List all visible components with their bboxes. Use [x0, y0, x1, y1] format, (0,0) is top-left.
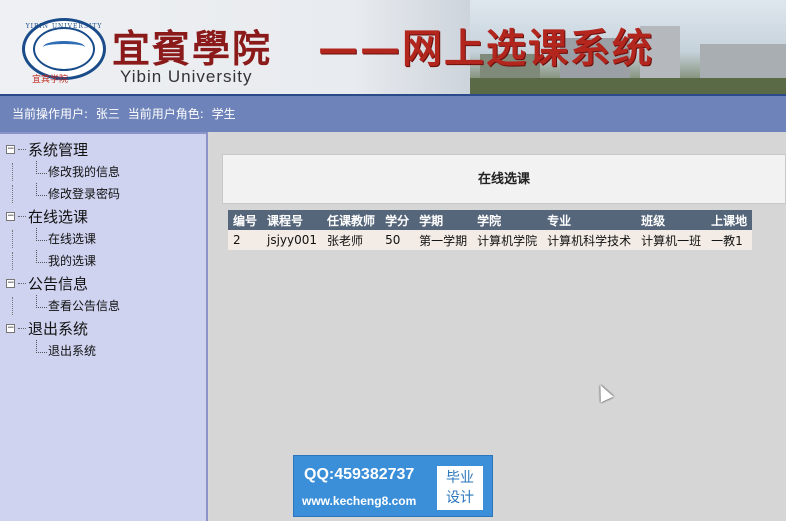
page-title: 在线选课 [222, 154, 786, 204]
cell-teacher: 张老师 [322, 230, 381, 250]
sidebar-item-my-courses[interactable]: 我的选课 [0, 250, 206, 272]
logo-red-text: 宜宾学院 [31, 75, 68, 85]
tree-node-notice-info[interactable]: − 公告信息 [0, 272, 206, 295]
tree-node-label: 在线选课 [28, 208, 89, 226]
university-logo: YIBIN UNIVERSITY [22, 18, 106, 80]
current-role-label: 当前用户角色: [127, 107, 204, 121]
tree-connector-icon [18, 149, 26, 150]
tree-node-label: 退出系统 [28, 320, 89, 338]
logo-wave-icon [43, 41, 85, 53]
collapse-icon[interactable]: − [6, 145, 15, 154]
sidebar-item-label: 修改登录密码 [48, 187, 121, 201]
column-header-id: 编号 [228, 210, 263, 230]
column-header-term: 学期 [414, 210, 473, 230]
collapse-icon[interactable]: − [6, 324, 15, 333]
sidebar-menu: − 系统管理 修改我的信息 修改登录密码 − 在线选课 在线选课 我的选课 − … [0, 132, 208, 521]
tree-node-system-management[interactable]: − 系统管理 [0, 138, 206, 161]
tree-line [12, 252, 13, 270]
tree-node-label: 公告信息 [28, 275, 89, 293]
column-header-class: 班级 [636, 210, 707, 230]
watermark-qq: QQ:459382737 [304, 466, 415, 483]
current-user-name: 张三 [95, 107, 120, 121]
sidebar-item-label: 我的选课 [48, 254, 97, 268]
tree-line [12, 230, 13, 248]
watermark-banner: QQ:459382737 www.kecheng8.com 毕业 设计 [293, 455, 493, 517]
column-header-course-no: 课程号 [262, 210, 323, 230]
cell-location: 一教1 [706, 230, 753, 250]
cell-college: 计算机学院 [472, 230, 543, 250]
tree-group-exit: − 退出系统 退出系统 [0, 317, 206, 362]
sidebar-item-label: 修改我的信息 [48, 165, 121, 179]
column-header-location: 上课地 [706, 210, 753, 230]
collapse-icon[interactable]: − [6, 279, 15, 288]
sidebar-item-label: 在线选课 [48, 232, 97, 246]
course-table: 编号 课程号 任课教师 学分 学期 学院 专业 班级 上课地 2 jsjyy00… [228, 210, 753, 250]
tree-connector-icon [18, 328, 26, 329]
tree-node-exit-system[interactable]: − 退出系统 [0, 317, 206, 340]
cell-term: 第一学期 [414, 230, 473, 250]
cell-id: 2 [228, 230, 263, 250]
column-header-college: 学院 [472, 210, 543, 230]
campus-grass [470, 78, 786, 94]
tree-node-label: 系统管理 [28, 141, 89, 159]
tree-node-online-course[interactable]: − 在线选课 [0, 205, 206, 228]
user-status-bar: 当前操作用户: 张三 当前用户角色: 学生 [0, 96, 786, 132]
sidebar-item-logout[interactable]: 退出系统 [0, 340, 206, 362]
watermark-badge: 毕业 设计 [437, 466, 483, 510]
tree-group-system: − 系统管理 修改我的信息 修改登录密码 [0, 138, 206, 205]
system-title: ——网上选课系统 [318, 26, 654, 72]
column-header-teacher: 任课教师 [322, 210, 381, 230]
collapse-icon[interactable]: − [6, 212, 15, 221]
school-name-en: Yibin University [120, 67, 253, 86]
table-header-row: 编号 课程号 任课教师 学分 学期 学院 专业 班级 上课地 [228, 210, 753, 230]
sidebar-item-online-select[interactable]: 在线选课 [0, 228, 206, 250]
school-name-cn: 宜賓學院 [112, 26, 273, 71]
header-banner: YIBIN UNIVERSITY 宜宾学院 宜賓學院 Yibin Univers… [0, 0, 786, 96]
cell-class: 计算机一班 [636, 230, 707, 250]
current-user-label: 当前操作用户: [12, 107, 89, 121]
cell-course-no: jsjyy001 [262, 230, 323, 250]
cell-credit: 50 [380, 230, 415, 250]
sidebar-item-label: 退出系统 [48, 344, 97, 358]
tree-line [12, 297, 13, 315]
tree-group-notice: − 公告信息 查看公告信息 [0, 272, 206, 317]
sidebar-item-label: 查看公告信息 [48, 299, 121, 313]
tree-group-course: − 在线选课 在线选课 我的选课 [0, 205, 206, 272]
tree-line [12, 185, 13, 203]
column-header-credit: 学分 [380, 210, 415, 230]
watermark-badge-line2: 设计 [446, 490, 474, 506]
tree-connector-icon [18, 216, 26, 217]
tree-connector-icon [18, 283, 26, 284]
current-role-name: 学生 [211, 107, 236, 121]
watermark-site: www.kecheng8.com [302, 494, 417, 508]
table-row[interactable]: 2 jsjyy001 张老师 50 第一学期 计算机学院 计算机科学技术 计算机… [228, 230, 753, 250]
watermark-badge-line1: 毕业 [446, 470, 474, 486]
tree-line [12, 163, 13, 181]
sidebar-item-change-password[interactable]: 修改登录密码 [0, 183, 206, 205]
cell-major: 计算机科学技术 [542, 230, 637, 250]
sidebar-item-edit-my-info[interactable]: 修改我的信息 [0, 161, 206, 183]
sidebar-item-view-notices[interactable]: 查看公告信息 [0, 295, 206, 317]
column-header-major: 专业 [542, 210, 637, 230]
